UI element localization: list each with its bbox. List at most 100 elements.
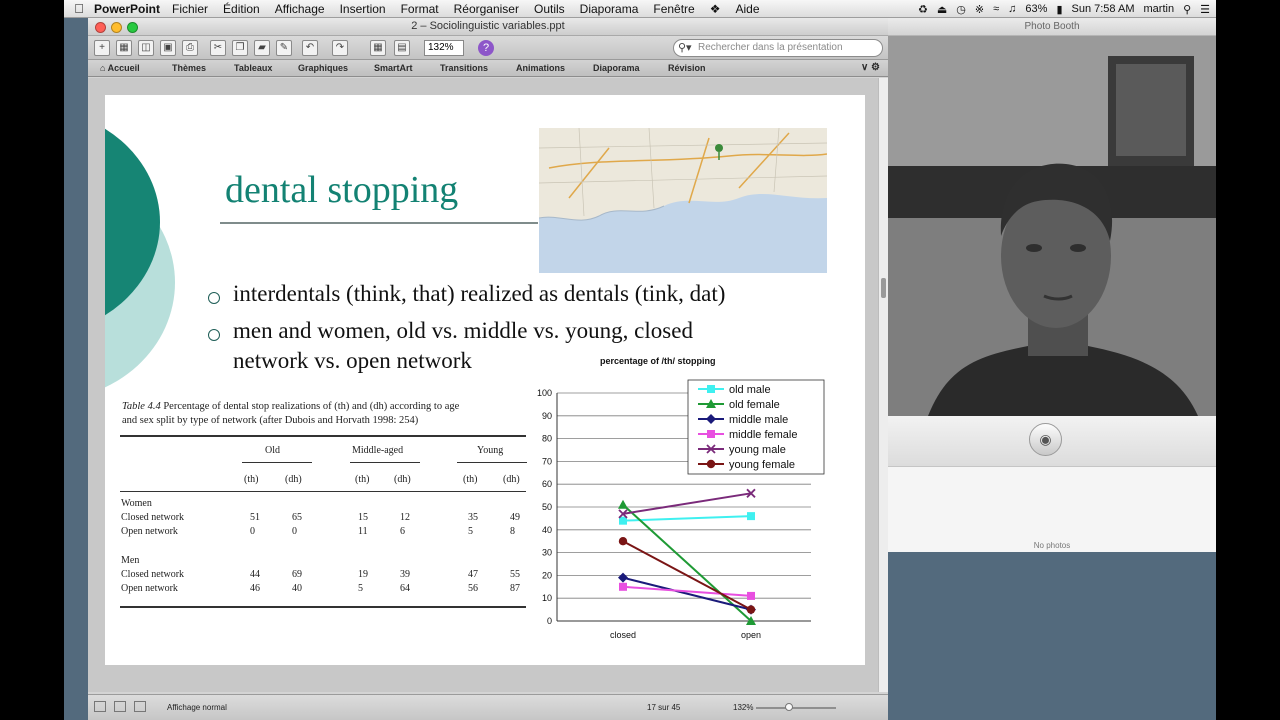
sync-icon[interactable]: ♻ [918,3,928,16]
insert-icon[interactable]: ▦ [370,40,386,56]
bullet-1[interactable]: interdentals (think, that) realized as d… [233,281,725,307]
table-cell: 87 [510,583,520,594]
tab-transitions[interactable]: Transitions [440,63,488,73]
vertical-scrollbar[interactable] [878,78,888,692]
menu-item-diaporama[interactable]: Diaporama [580,2,639,16]
table-cell: 65 [292,512,302,523]
user-menu[interactable]: martin [1144,3,1175,15]
eject-icon[interactable]: ⏏ [937,3,947,16]
paste-icon[interactable]: ▰ [254,40,270,56]
table-cell: 19 [358,569,368,580]
slide-sorter-icon[interactable] [114,701,126,712]
photo-booth-title[interactable]: Photo Booth [888,18,1216,36]
y-tick-label: 0 [547,616,552,626]
save-icon[interactable]: ▣ [160,40,176,56]
menu-item-fichier[interactable]: Fichier [172,2,208,16]
y-tick-label: 70 [542,456,552,466]
tab-smartart[interactable]: SmartArt [374,63,413,73]
search-input[interactable]: ⚲▾ Rechercher dans la présentation [673,39,883,57]
col-head: (dh) [285,474,302,485]
tab-tableaux[interactable]: Tableaux [234,63,272,73]
script-menu-icon[interactable]: ❖ [710,2,721,16]
gallery-icon[interactable]: ▦ [116,40,132,56]
table-cell: 11 [358,526,368,537]
undo-icon[interactable]: ↶ [302,40,318,56]
search-icon[interactable]: ⚲▾ [678,40,692,56]
battery-icon[interactable]: ▮ [1056,3,1062,16]
media-icon[interactable]: ▤ [394,40,410,56]
camera-icon[interactable]: ◉ [1029,423,1062,456]
menu-item-outils[interactable]: Outils [534,2,565,16]
menu-item-reorganiser[interactable]: Réorganiser [454,2,519,16]
open-icon[interactable]: ◫ [138,40,154,56]
slide-canvas[interactable]: dental stopping interdentals (think, tha… [105,95,865,665]
tab-graphiques[interactable]: Graphiques [298,63,348,73]
group-middle: Middle-aged [352,445,404,456]
zoom-slider-knob[interactable] [785,703,793,711]
menu-item-insertion[interactable]: Insertion [340,2,386,16]
menu-list-icon[interactable]: ☰ [1200,3,1210,16]
line-chart[interactable]: percentage of /th/ stopping 0 10 20 30 40 50 6… [525,350,841,650]
menu-item-fenetre[interactable]: Fenêtre [653,2,694,16]
scroll-thumb[interactable] [881,278,886,298]
volume-icon[interactable]: ♫ [1008,3,1016,15]
wifi-icon[interactable]: ≈ [993,3,999,15]
apple-menu-icon[interactable]:  [64,1,94,16]
print-icon[interactable]: ⎙ [182,40,198,56]
format-painter-icon[interactable]: ✎ [276,40,292,56]
help-icon[interactable]: ? [478,40,494,56]
table-caption: Table 4.4 Percentage of dental stop real… [122,400,527,428]
table-cell: 49 [510,512,520,523]
tab-diaporama[interactable]: Diaporama [593,63,640,73]
legend-label: old male [729,384,771,396]
clock[interactable]: Sun 7:58 AM [1072,3,1135,15]
time-machine-icon[interactable]: ◷ [956,3,966,16]
table-cell: 56 [468,583,478,594]
table-top-rule [120,435,526,437]
group-rule-young [457,462,527,463]
battery-percent[interactable]: 63% [1025,3,1047,15]
legend-label: middle male [729,414,788,426]
camera-preview [888,36,1216,416]
slide-title[interactable]: dental stopping [225,168,458,212]
bullet-2[interactable]: men and women, old vs. middle vs. young,… [233,318,693,344]
tab-revision[interactable]: Révision [668,63,706,73]
search-placeholder: Rechercher dans la présentation [698,42,843,53]
new-icon[interactable]: + [94,40,110,56]
menu-item-format[interactable]: Format [401,2,439,16]
col-head: (dh) [394,474,411,485]
y-tick-label: 20 [542,570,552,580]
tab-label: Accueil [107,63,140,73]
chart-title: percentage of /th/ stopping [600,356,716,366]
bullet-2-continuation[interactable]: network vs. open network [233,348,472,374]
spotlight-icon[interactable]: ⚲ [1183,3,1191,16]
notes-view-icon[interactable] [134,701,146,712]
bullet-marker-icon [208,329,220,341]
map-image[interactable] [539,128,827,273]
bluetooth-icon[interactable]: ※ [975,3,984,16]
tab-accueil[interactable]: ⌂ Accueil [100,63,140,73]
zoom-select[interactable]: 132% [424,40,464,56]
zoom-slider[interactable] [756,707,836,709]
table-cell: 46 [250,583,260,594]
window-titlebar[interactable]: 2 – Sociolinguistic variables.ppt [88,18,888,36]
menu-item-aide[interactable]: Aide [736,2,760,16]
menu-item-affichage[interactable]: Affichage [275,2,325,16]
title-underline [220,222,538,224]
table-cell: 12 [400,512,410,523]
cut-icon[interactable]: ✂ [210,40,226,56]
data-point [619,582,627,591]
tab-themes[interactable]: Thèmes [172,63,206,73]
y-tick-label: 80 [542,434,552,444]
redo-icon[interactable]: ↷ [332,40,348,56]
table-cell: 0 [292,526,297,537]
tab-animations[interactable]: Animations [516,63,565,73]
ribbon-tabs: ⌂ Accueil Thèmes Tableaux Graphiques Sma… [88,60,888,77]
copy-icon[interactable]: ❐ [232,40,248,56]
menu-item-edition[interactable]: Édition [223,2,260,16]
normal-view-icon[interactable] [94,701,106,712]
table-cell: 44 [250,569,260,580]
x-tick-label: closed [610,630,636,640]
app-menu[interactable]: PowerPoint [94,2,160,16]
ribbon-options-icon[interactable]: ∨ ⚙ [861,62,880,73]
